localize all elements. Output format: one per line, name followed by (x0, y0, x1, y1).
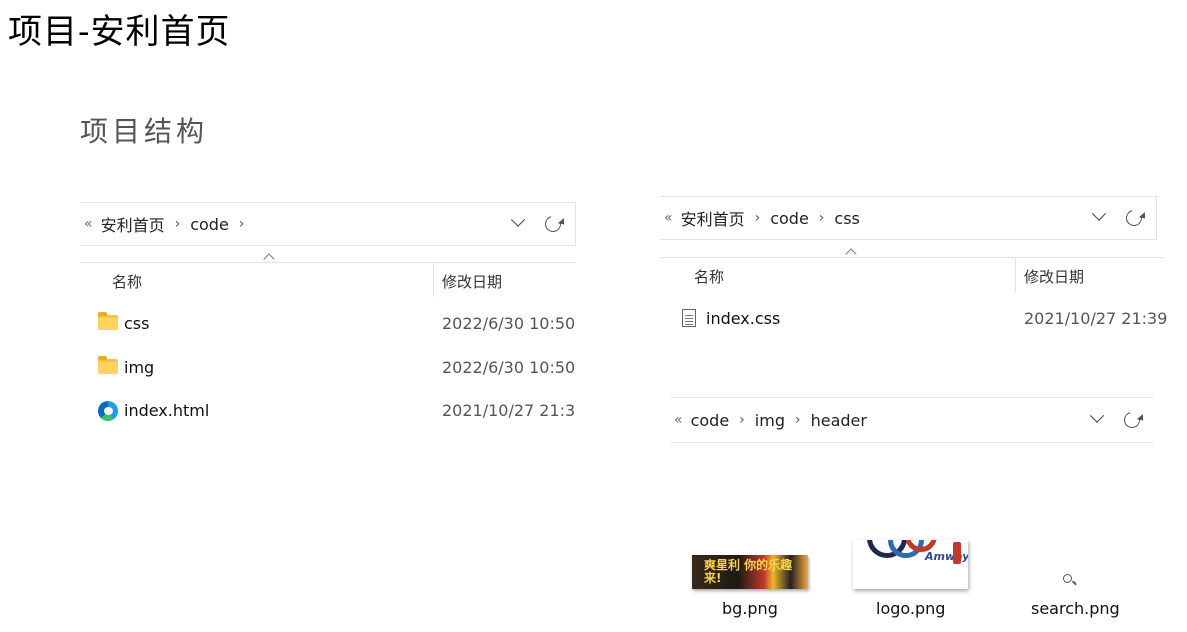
file-name-bg[interactable]: bg.png (722, 599, 778, 618)
chevron-right-icon[interactable]: › (739, 412, 745, 428)
breadcrumb-item-img[interactable]: img (755, 411, 785, 430)
folder-icon (98, 312, 118, 330)
page-title: 项目-安利首页 (8, 12, 231, 52)
file-date: 2022/6/30 10:50 (442, 314, 576, 333)
explorer-code-panel: « 安利首页 › code › 名称 修改日期 css 2022/6/30 10… (80, 202, 576, 442)
column-name[interactable]: 名称 (112, 271, 142, 292)
chevron-right-icon[interactable]: › (175, 216, 181, 232)
breadcrumb-item-code[interactable]: code (190, 215, 229, 234)
breadcrumb: « 安利首页 › code › (80, 212, 254, 236)
column-header: 名称 修改日期 (80, 253, 576, 297)
column-divider[interactable] (1015, 258, 1016, 292)
breadcrumb-item-header[interactable]: header (811, 411, 867, 430)
chevron-right-icon[interactable]: › (795, 412, 801, 428)
address-bar[interactable]: « 安利首页 › code › css (660, 196, 1157, 240)
column-modified-date[interactable]: 修改日期 (1024, 266, 1084, 287)
search-icon[interactable] (1063, 574, 1075, 586)
breadcrumb-item-anli-home[interactable]: 安利首页 (101, 212, 165, 236)
chevron-down-icon[interactable] (1091, 206, 1107, 221)
file-name: index.css (706, 309, 781, 328)
breadcrumb-back-icon[interactable]: « (664, 210, 673, 226)
chevron-down-icon[interactable] (510, 212, 526, 227)
breadcrumb-item-css[interactable]: css (834, 209, 859, 228)
thumbnail-text: Amway (925, 550, 968, 563)
column-modified-date[interactable]: 修改日期 (442, 271, 502, 292)
breadcrumb: « code › img › header (670, 411, 867, 430)
file-name-search[interactable]: search.png (1031, 599, 1120, 618)
column-header: 名称 修改日期 (660, 248, 1164, 292)
file-row[interactable]: index.css 2021/10/27 21:39 (660, 305, 1168, 335)
column-name[interactable]: 名称 (694, 266, 724, 287)
breadcrumb-item-code[interactable]: code (770, 209, 809, 228)
breadcrumb-item-code[interactable]: code (691, 411, 730, 430)
breadcrumb-item-anli-home[interactable]: 安利首页 (681, 206, 745, 230)
file-name: css (124, 314, 150, 333)
explorer-header-panel: « code › img › header (670, 397, 1154, 443)
breadcrumb-back-icon[interactable]: « (674, 412, 683, 428)
chevron-right-icon[interactable]: › (819, 210, 825, 226)
refresh-icon[interactable] (542, 213, 564, 235)
logo-image-thumbnail[interactable]: Amway (853, 540, 968, 589)
edge-browser-icon (98, 401, 118, 421)
explorer-css-panel: « 安利首页 › code › css 名称 修改日期 index.css 20… (660, 196, 1168, 346)
sort-up-icon[interactable] (263, 253, 275, 265)
text-document-icon (682, 309, 696, 327)
refresh-icon[interactable] (1123, 207, 1145, 229)
section-heading: 项目结构 (80, 115, 209, 148)
file-name: index.html (124, 401, 210, 420)
chevron-right-icon[interactable]: › (239, 216, 245, 232)
file-date: 2021/10/27 21:36 (442, 401, 576, 420)
bg-image-thumbnail[interactable]: 爽星利 你的乐趣来! (692, 555, 808, 589)
file-row[interactable]: index.html 2021/10/27 21:36 (80, 397, 576, 427)
breadcrumb-back-icon[interactable]: « (84, 216, 93, 232)
address-bar[interactable]: « 安利首页 › code › (80, 202, 576, 246)
file-row[interactable]: css 2022/6/30 10:50 (80, 310, 576, 340)
breadcrumb: « 安利首页 › code › css (660, 206, 860, 230)
accent-glyph-icon (953, 542, 961, 564)
file-date: 2022/6/30 10:50 (442, 358, 576, 377)
file-name: img (124, 358, 155, 377)
file-name-logo[interactable]: logo.png (876, 599, 945, 618)
thumbnail-text: 爽星利 你的乐趣来! (704, 558, 793, 585)
column-divider[interactable] (433, 263, 434, 297)
chevron-right-icon[interactable]: › (755, 210, 761, 226)
refresh-icon[interactable] (1121, 409, 1143, 431)
address-bar[interactable]: « code › img › header (670, 397, 1154, 443)
file-row[interactable]: img 2022/6/30 10:50 (80, 354, 576, 384)
chevron-down-icon[interactable] (1089, 408, 1105, 423)
sort-up-icon[interactable] (845, 248, 857, 260)
file-date: 2021/10/27 21:39 (1024, 309, 1168, 328)
folder-icon (98, 356, 118, 374)
